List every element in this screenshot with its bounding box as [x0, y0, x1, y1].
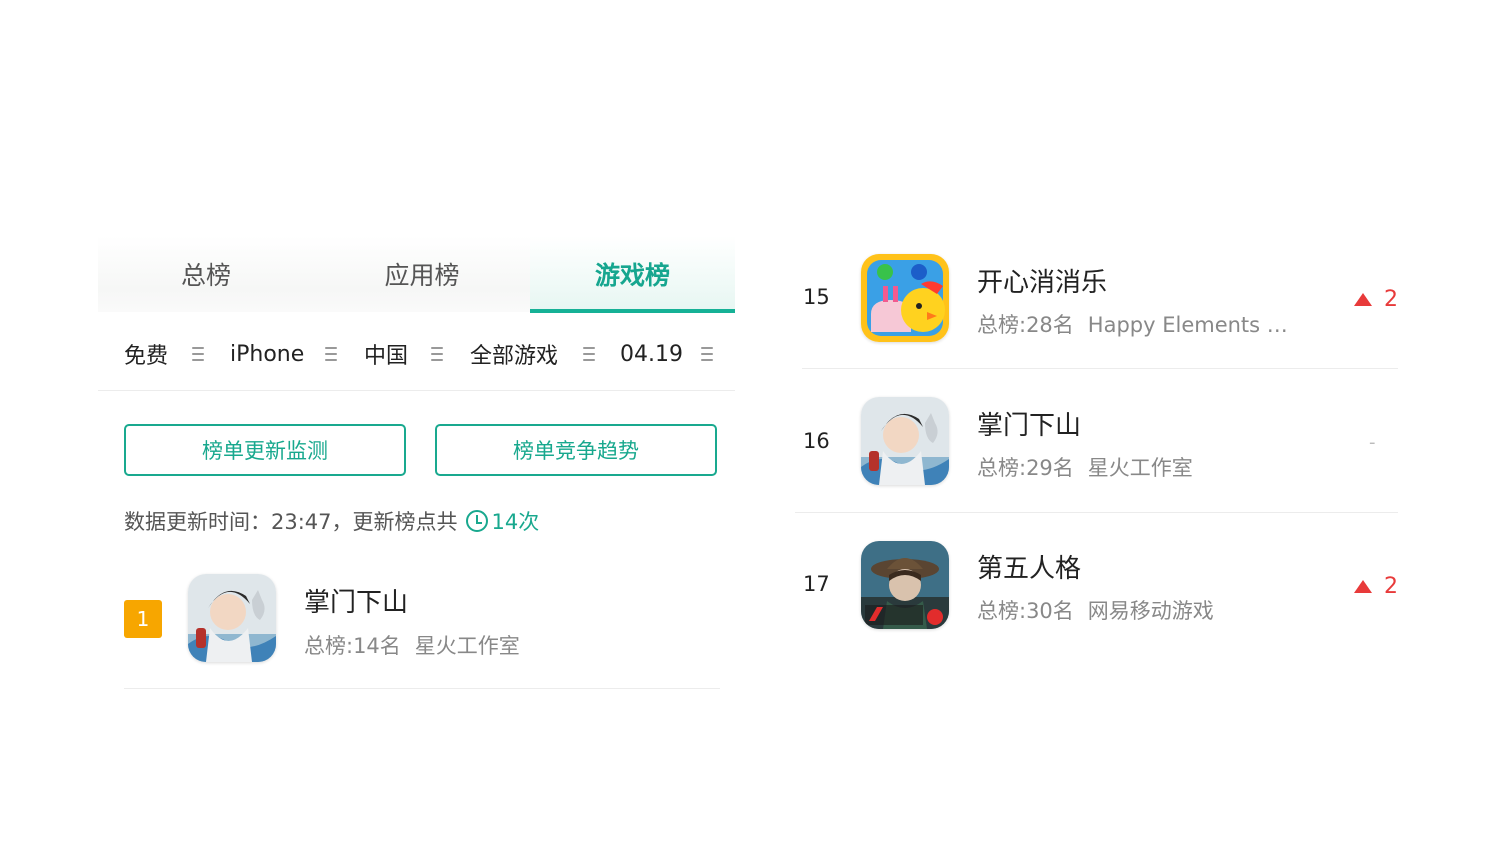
ranking-panel: 总榜 应用榜 游戏榜 免费 iPhone 中国 全部游戏 04.19 榜单更新监… [98, 236, 735, 706]
filter-category-label: 全部游戏 [470, 344, 559, 369]
update-info: 数据更新时间：23:47，更新榜点共 14次 [124, 506, 539, 536]
app-meta: 总榜:30名 网易移动游戏 [977, 595, 1214, 625]
developer-name: 星火工作室 [414, 634, 520, 658]
app-meta: 总榜:14名 星火工作室 [304, 630, 520, 660]
rank-number: 15 [803, 285, 830, 309]
filter-device-label: iPhone [230, 341, 305, 367]
developer-name: Happy Elements … [1087, 313, 1288, 337]
overall-rank: 总榜:29名 [977, 456, 1074, 480]
menu-icon[interactable] [701, 347, 713, 365]
rank-badge: 1 [124, 600, 162, 638]
app-meta: 总榜:28名 Happy Elements … [977, 309, 1288, 339]
app-meta: 总榜:29名 星火工作室 [977, 452, 1193, 482]
divider [98, 390, 735, 391]
active-tab-indicator [530, 309, 735, 313]
menu-icon[interactable] [431, 347, 443, 365]
rank-change-up: 2 [1354, 574, 1398, 599]
menu-icon[interactable] [192, 347, 204, 365]
update-count-value: 14次 [491, 510, 540, 534]
app-name[interactable]: 掌门下山 [304, 582, 408, 619]
ranking-trend-button[interactable]: 榜单竞争趋势 [435, 424, 717, 476]
tab-apps[interactable]: 应用榜 [314, 236, 530, 312]
identity-v-game-icon[interactable] [861, 541, 949, 629]
rank-number: 16 [803, 429, 830, 453]
filter-price-label: 免费 [124, 344, 169, 369]
rank-change-up: 2 [1354, 287, 1398, 312]
menu-icon[interactable] [583, 347, 595, 365]
kaixin-game-icon[interactable] [861, 254, 949, 342]
filter-bar: 免费 iPhone 中国 全部游戏 04.19 [98, 332, 718, 376]
ranking-tabs: 总榜 应用榜 游戏榜 [98, 236, 735, 313]
arrow-up-icon [1354, 580, 1372, 593]
filter-device[interactable]: iPhone [230, 332, 304, 376]
developer-name: 星火工作室 [1087, 456, 1193, 480]
update-count: 14次 [465, 506, 540, 536]
divider [124, 688, 720, 689]
overall-rank: 总榜:28名 [977, 313, 1074, 337]
zhangmen-game-icon[interactable] [861, 397, 949, 485]
filter-price[interactable]: 免费 [124, 332, 168, 376]
overall-rank: 总榜:30名 [977, 599, 1074, 623]
overall-rank: 总榜:14名 [304, 634, 401, 658]
filter-category[interactable]: 全部游戏 [470, 332, 558, 376]
clock-icon [465, 510, 488, 532]
filter-region-label: 中国 [364, 344, 409, 369]
zhangmen-game-icon[interactable] [188, 574, 276, 662]
filter-region[interactable]: 中国 [364, 332, 408, 376]
tab-overall[interactable]: 总榜 [98, 236, 314, 312]
divider [802, 368, 1398, 369]
update-info-text: 数据更新时间：23:47，更新榜点共 [124, 510, 458, 534]
rank-number: 17 [803, 572, 830, 596]
filter-date-label: 04.19 [620, 341, 683, 367]
tab-games[interactable]: 游戏榜 [530, 236, 735, 312]
app-name[interactable]: 第五人格 [977, 548, 1081, 585]
filter-date[interactable]: 04.19 [620, 332, 683, 376]
divider [795, 512, 1398, 513]
arrow-up-icon [1354, 293, 1372, 306]
ranking-monitor-button[interactable]: 榜单更新监测 [124, 424, 406, 476]
developer-name: 网易移动游戏 [1087, 599, 1214, 623]
rank-change-none: - [1369, 432, 1376, 453]
rank-change-value: 2 [1384, 574, 1398, 599]
app-name[interactable]: 开心消消乐 [977, 262, 1107, 299]
app-name[interactable]: 掌门下山 [977, 405, 1081, 442]
rank-change-value: 2 [1384, 287, 1398, 312]
menu-icon[interactable] [325, 347, 337, 365]
